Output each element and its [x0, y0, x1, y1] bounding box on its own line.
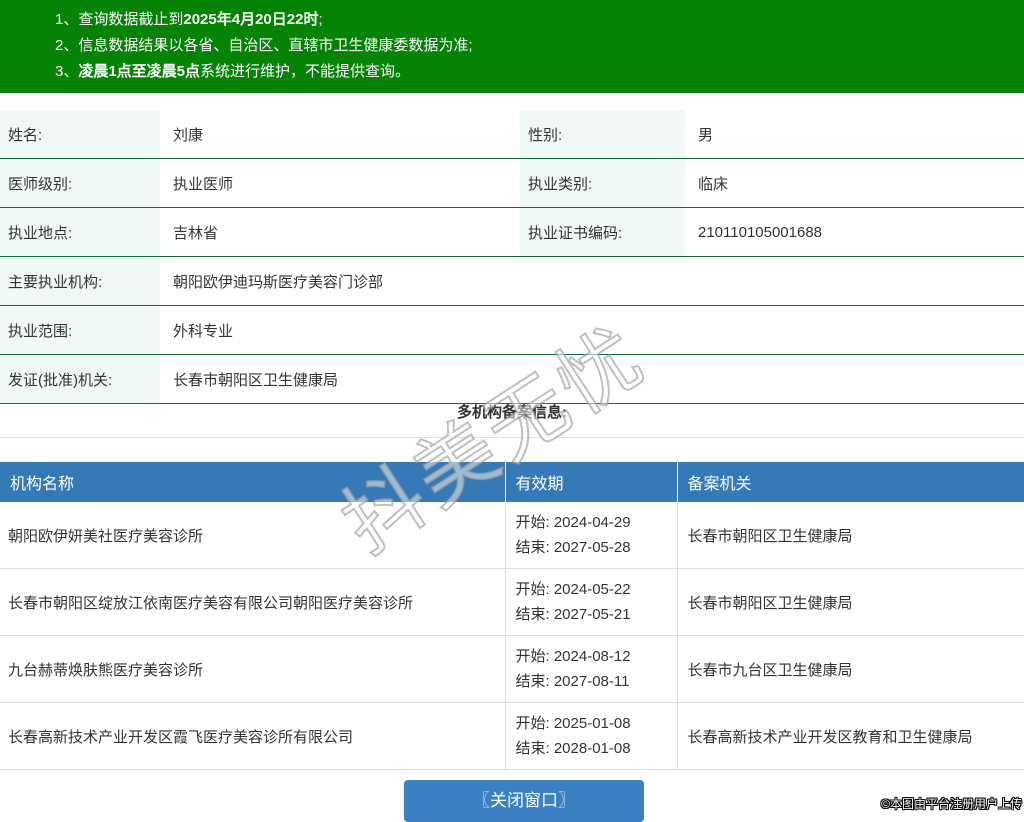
main-institution-value: 朝阳欧伊迪玛斯医疗美容门诊部: [160, 257, 1024, 306]
record-authority: 长春市九台区卫生健康局: [677, 636, 1024, 703]
org-name: 长春市朝阳区绽放江依南医疗美容有限公司朝阳医疗美容诊所: [0, 569, 505, 636]
table-row: 朝阳欧伊妍美社医疗美容诊所 开始: 2024-04-29 结束: 2027-05…: [0, 502, 1024, 569]
validity-period: 开始: 2024-08-12 结束: 2027-08-11: [505, 636, 677, 703]
practice-scope-value: 外科专业: [160, 306, 1024, 355]
column-header-authority: 备案机关: [677, 462, 1024, 502]
table-row: 执业地点: 吉林省 执业证书编码: 210110105001688: [0, 208, 1024, 257]
practice-scope-label: 执业范围:: [0, 306, 160, 355]
notice-banner: 1、查询数据截止到2025年4月20日22时; 2、信息数据结果以各省、自治区、…: [0, 0, 1024, 93]
notice-line-3: 3、凌晨1点至凌晨5点系统进行维护，不能提供查询。: [55, 59, 1014, 85]
table-row: 长春高新技术产业开发区霞飞医疗美容诊所有限公司 开始: 2025-01-08 结…: [0, 703, 1024, 770]
registration-table: 机构名称 有效期 备案机关 朝阳欧伊妍美社医疗美容诊所 开始: 2024-04-…: [0, 462, 1024, 770]
validity-end: 结束: 2028-01-08: [516, 736, 676, 761]
practice-location-label: 执业地点:: [0, 208, 160, 257]
table-row: 发证(批准)机关: 长春市朝阳区卫生健康局: [0, 355, 1024, 404]
notice-bold-text: 2025年4月20日22时: [183, 11, 318, 28]
certificate-number-label: 执业证书编码:: [520, 208, 685, 257]
main-institution-label: 主要执业机构:: [0, 257, 160, 306]
org-name: 九台赫蒂焕肤熊医疗美容诊所: [0, 636, 505, 703]
table-row: 九台赫蒂焕肤熊医疗美容诊所 开始: 2024-08-12 结束: 2027-08…: [0, 636, 1024, 703]
validity-end: 结束: 2027-05-21: [516, 602, 676, 627]
doctor-level-value: 执业医师: [160, 159, 520, 208]
certificate-number-value: 210110105001688: [685, 208, 1024, 257]
notice-number: 3、: [55, 63, 78, 80]
practitioner-info-table: 姓名: 刘康 性别: 男 医师级别: 执业医师 执业类别: 临床 执业地点: 吉…: [0, 110, 1024, 404]
validity-period: 开始: 2024-05-22 结束: 2027-05-21: [505, 569, 677, 636]
record-authority: 长春市朝阳区卫生健康局: [677, 569, 1024, 636]
column-header-validity: 有效期: [505, 462, 677, 502]
column-header-org: 机构名称: [0, 462, 505, 502]
practice-location-value: 吉林省: [160, 208, 520, 257]
validity-start: 开始: 2024-04-29: [516, 510, 676, 535]
issuing-authority-value: 长春市朝阳区卫生健康局: [160, 355, 1024, 404]
close-window-button[interactable]: 〖关闭窗口〗: [404, 780, 644, 822]
doctor-level-label: 医师级别:: [0, 159, 160, 208]
name-value: 刘康: [160, 110, 520, 159]
practice-category-value: 临床: [685, 159, 1024, 208]
issuing-authority-label: 发证(批准)机关:: [0, 355, 160, 404]
validity-end: 结束: 2027-08-11: [516, 669, 676, 694]
notice-text: 信息数据结果以各省、自治区、直辖市卫生健康委数据为准;: [78, 37, 472, 54]
table-row: 长春市朝阳区绽放江依南医疗美容有限公司朝阳医疗美容诊所 开始: 2024-05-…: [0, 569, 1024, 636]
table-row: 姓名: 刘康 性别: 男: [0, 110, 1024, 159]
practice-category-label: 执业类别:: [520, 159, 685, 208]
table-row: 医师级别: 执业医师 执业类别: 临床: [0, 159, 1024, 208]
table-header-row: 机构名称 有效期 备案机关: [0, 462, 1024, 502]
validity-start: 开始: 2024-08-12: [516, 644, 676, 669]
notice-text: 查询数据截止到: [78, 11, 183, 28]
table-row: 执业范围: 外科专业: [0, 306, 1024, 355]
notice-text: ;: [318, 11, 322, 28]
notice-line-1: 1、查询数据截止到2025年4月20日22时;: [55, 7, 1014, 33]
org-name: 朝阳欧伊妍美社医疗美容诊所: [0, 502, 505, 569]
validity-start: 开始: 2024-05-22: [516, 577, 676, 602]
notice-number: 1、: [55, 11, 78, 28]
gender-label: 性别:: [520, 110, 685, 159]
record-authority: 长春高新技术产业开发区教育和卫生健康局: [677, 703, 1024, 770]
table-row: 主要执业机构: 朝阳欧伊迪玛斯医疗美容门诊部: [0, 257, 1024, 306]
uploader-stamp: ©本图由平台注册用户上传: [881, 795, 1022, 812]
org-name: 长春高新技术产业开发区霞飞医疗美容诊所有限公司: [0, 703, 505, 770]
gender-value: 男: [685, 110, 1024, 159]
notice-number: 2、: [55, 37, 78, 54]
notice-bold-text: 凌晨1点至凌晨5点: [78, 63, 200, 80]
name-label: 姓名:: [0, 110, 160, 159]
notice-line-2: 2、信息数据结果以各省、自治区、直辖市卫生健康委数据为准;: [55, 33, 1014, 59]
validity-end: 结束: 2027-05-28: [516, 535, 676, 560]
validity-start: 开始: 2025-01-08: [516, 711, 676, 736]
validity-period: 开始: 2025-01-08 结束: 2028-01-08: [505, 703, 677, 770]
validity-period: 开始: 2024-04-29 结束: 2027-05-28: [505, 502, 677, 569]
section-divider: [0, 437, 1024, 438]
record-authority: 长春市朝阳区卫生健康局: [677, 502, 1024, 569]
multi-institution-section-title: 多机构备案信息:: [0, 401, 1024, 422]
notice-text: 系统进行维护，不能提供查询。: [200, 63, 410, 80]
